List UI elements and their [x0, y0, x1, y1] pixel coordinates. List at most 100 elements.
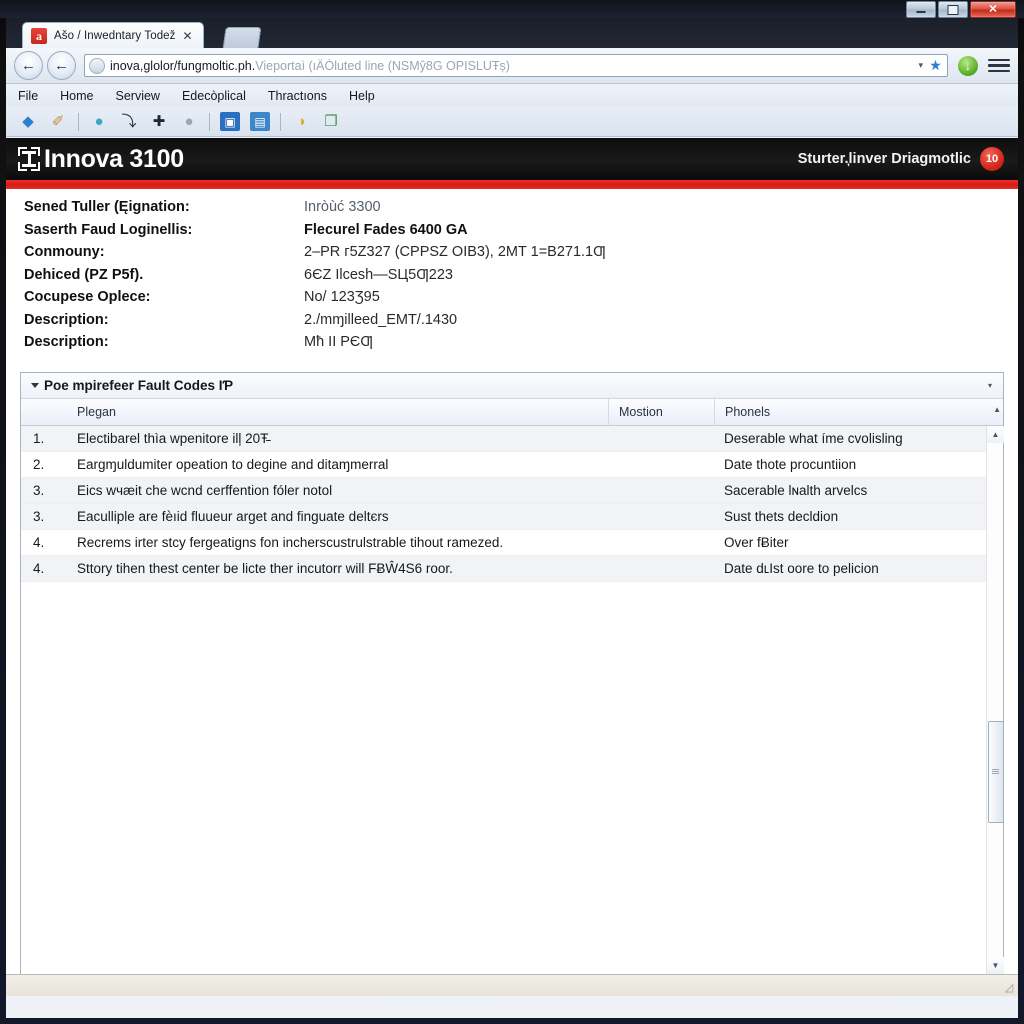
info-value: Mħ II PЄƢ	[304, 334, 373, 350]
column-header-number[interactable]	[21, 399, 67, 425]
page-title: Innova 3100	[44, 144, 184, 173]
info-row: Cocupese Oplece: No/ 123Ʒ95	[24, 289, 1018, 312]
window-controls: ✕	[906, 1, 1016, 18]
scrollbar-thumb[interactable]	[988, 720, 1004, 823]
toolbar-separator	[78, 112, 79, 131]
grid-group-header[interactable]: Poe mpirefeer Fault Codes IƤ ▾	[21, 372, 1003, 399]
bookmark-star-icon[interactable]: ★	[928, 58, 943, 73]
row-mostion	[609, 556, 715, 581]
minimize-button[interactable]	[906, 1, 936, 18]
browser-tabstrip: a Ašo / Inwedntary Todež ✕	[6, 18, 1018, 49]
cross-icon[interactable]: ✚	[149, 112, 169, 132]
url-text-secondary: Vieportaì (ıÄÒluted line (NSMŷ8G OPISLUŦ…	[255, 58, 510, 73]
row-number: 3.	[33, 508, 45, 524]
blue-page-icon[interactable]: ▤	[250, 112, 270, 131]
row-number: 4.	[33, 560, 45, 576]
row-number: 1.	[33, 430, 45, 446]
sync-download-icon[interactable]: ↓	[958, 55, 978, 76]
info-label: Saserth Faud Loginellis:	[24, 221, 193, 238]
grid-vertical-scrollbar[interactable]: ▲ ▼	[986, 425, 1004, 974]
chevron-down-icon[interactable]: ▾	[918, 60, 923, 71]
back-arrow-icon[interactable]: ◆	[18, 112, 38, 132]
grid-column-header-row: Plegan Mostion Phonels ▲	[21, 398, 1003, 426]
chevron-down-icon[interactable]	[31, 382, 39, 388]
scroll-down-arrow-icon[interactable]: ▼	[987, 956, 1004, 974]
row-description: Eaculliple are fѐıid fluueur arget and f…	[77, 508, 389, 524]
info-value: 2–PR г5Z327 (CPPSZ OIB3), 2MT 1=B271.1Ƣ	[304, 244, 606, 260]
table-row[interactable]: 4. Recrems irter stcy fergeatigns fon in…	[21, 529, 1003, 556]
browser-tab[interactable]: a Ašo / Inwedntary Todež ✕	[22, 22, 204, 48]
browser-window: a Ašo / Inwedntary Todež ✕ ← ← inova,glo…	[6, 18, 1018, 1018]
maximize-button[interactable]	[938, 1, 968, 18]
url-text-main: inova,glolor/fungmoltic.ph.	[110, 58, 256, 73]
menu-item-thractions[interactable]: Thractıons	[268, 89, 327, 103]
menu-item-help[interactable]: Help	[349, 89, 375, 103]
menu-item-file[interactable]: File	[18, 89, 38, 103]
brand-left-group: Innova 3100	[18, 145, 184, 174]
column-header-mostion[interactable]: Mostion	[609, 398, 715, 425]
row-description: Eargɱuldumiter opeation to degine and di…	[77, 456, 389, 472]
maximize-icon	[947, 4, 959, 15]
table-row[interactable]: 4. Sttory tihen thest center be licte th…	[21, 555, 1003, 582]
info-label: Cocupese Oplece:	[24, 289, 151, 305]
info-row: Description: 2./mɱilleed_EMT/.1430	[24, 312, 1018, 335]
table-row[interactable]: 3. Eics wчæit che wсnd cerffention fóler…	[21, 477, 1003, 504]
row-phonels: Over fɃiter	[724, 534, 789, 550]
new-tab-button[interactable]	[222, 27, 262, 49]
info-value: Flecurel Fades 6400 GA	[304, 221, 468, 238]
column-header-phonels[interactable]: Phonels	[715, 399, 1003, 425]
favicon-icon: a	[31, 27, 47, 44]
browser-globe-icon[interactable]: ●	[89, 112, 109, 132]
brand-red-rule	[6, 180, 1018, 189]
menu-item-edecoplical[interactable]: Edecòplical	[182, 89, 246, 103]
grid-rows: 1. Electibarel thìa ᴡpenitore ilļ 20Ŧ̵ D…	[21, 425, 1003, 582]
row-phonels: Date dʟIst oore to pelicion	[724, 560, 879, 576]
row-mostion	[609, 452, 715, 477]
grid-group-title: Poe mpirefeer Fault Codes IƤ	[44, 377, 234, 393]
folder-icon[interactable]: ◑	[291, 112, 311, 132]
grid-collapse-icon[interactable]: ▾	[983, 378, 997, 392]
scroll-up-arrow-icon[interactable]: ▲	[987, 425, 1004, 443]
forward-button[interactable]: ←	[47, 51, 76, 80]
info-label: Sened Tuller (Ęignation:	[24, 199, 190, 215]
export-icon[interactable]: ❐	[321, 112, 341, 132]
blue-window-icon[interactable]: ▣	[220, 112, 240, 131]
row-number: 4.	[33, 534, 45, 550]
address-bar[interactable]: inova,glolor/fungmoltic.ph.Vieportaì (ıÄ…	[84, 54, 948, 77]
resize-grip-icon[interactable]: ◿	[1002, 981, 1016, 995]
menu-item-home[interactable]: Home	[60, 89, 93, 103]
toolbar-separator	[209, 112, 210, 131]
table-row[interactable]: 1. Electibarel thìa ᴡpenitore ilļ 20Ŧ̵ D…	[21, 425, 1003, 452]
menu-item-serview[interactable]: Serview	[116, 89, 160, 103]
row-phonels: Sust thets decldion	[724, 508, 839, 524]
info-row: Description: Mħ II PЄƢ	[24, 334, 1018, 357]
table-row[interactable]: 3. Eaculliple are fѐıid fluueur arget an…	[21, 503, 1003, 530]
hamburger-menu-icon[interactable]	[988, 56, 1010, 76]
row-number: 2.	[33, 456, 45, 472]
tab-close-icon[interactable]: ✕	[183, 30, 193, 42]
status-badge: 10	[980, 147, 1004, 171]
info-row: Saserth Faud Loginellis: Flecurel Fades …	[24, 222, 1018, 245]
column-header-plegan[interactable]: Plegan	[67, 398, 609, 425]
info-label: Description:	[24, 311, 109, 328]
table-row[interactable]: 2. Eargɱuldumiter opeation to degine and…	[21, 451, 1003, 478]
column-header-sort-icon[interactable]: ▲	[993, 405, 1001, 414]
forward-arrow-icon: ←	[54, 57, 69, 74]
brand-header: Innova 3100 Sturter.̦linver Driagmotlic …	[6, 138, 1018, 180]
info-value: No/ 123Ʒ95	[304, 289, 380, 305]
fault-codes-grid: Poe mpirefeer Fault Codes IƤ ▾ Plegan Mo…	[20, 371, 1004, 975]
undo-arrow-icon[interactable]: ⤵	[119, 112, 139, 132]
disc-icon[interactable]: ●	[179, 112, 199, 132]
info-label: Conmouny:	[24, 244, 105, 260]
info-row: Sened Tuller (Ęignation: Inròùć 3300	[24, 199, 1018, 222]
site-info-icon[interactable]	[89, 57, 105, 74]
icon-toolbar: ◆ ✐ ● ⤵ ✚ ● ▣ ▤ ◑ ❐	[6, 107, 1018, 137]
row-phonels: Date thote procuntiion	[724, 456, 857, 472]
back-button[interactable]: ←	[14, 51, 43, 80]
row-phonels: Deserable what íme cvolisling	[724, 430, 903, 446]
info-value: 2./mɱilleed_EMT/.1430	[304, 311, 458, 328]
close-button[interactable]: ✕	[970, 1, 1016, 18]
info-label: Dehiced (PZ P5f).	[24, 266, 144, 283]
row-phonels: Sacerable lɴalth arvelcs	[724, 482, 868, 498]
wrench-icon[interactable]: ✐	[48, 112, 68, 132]
